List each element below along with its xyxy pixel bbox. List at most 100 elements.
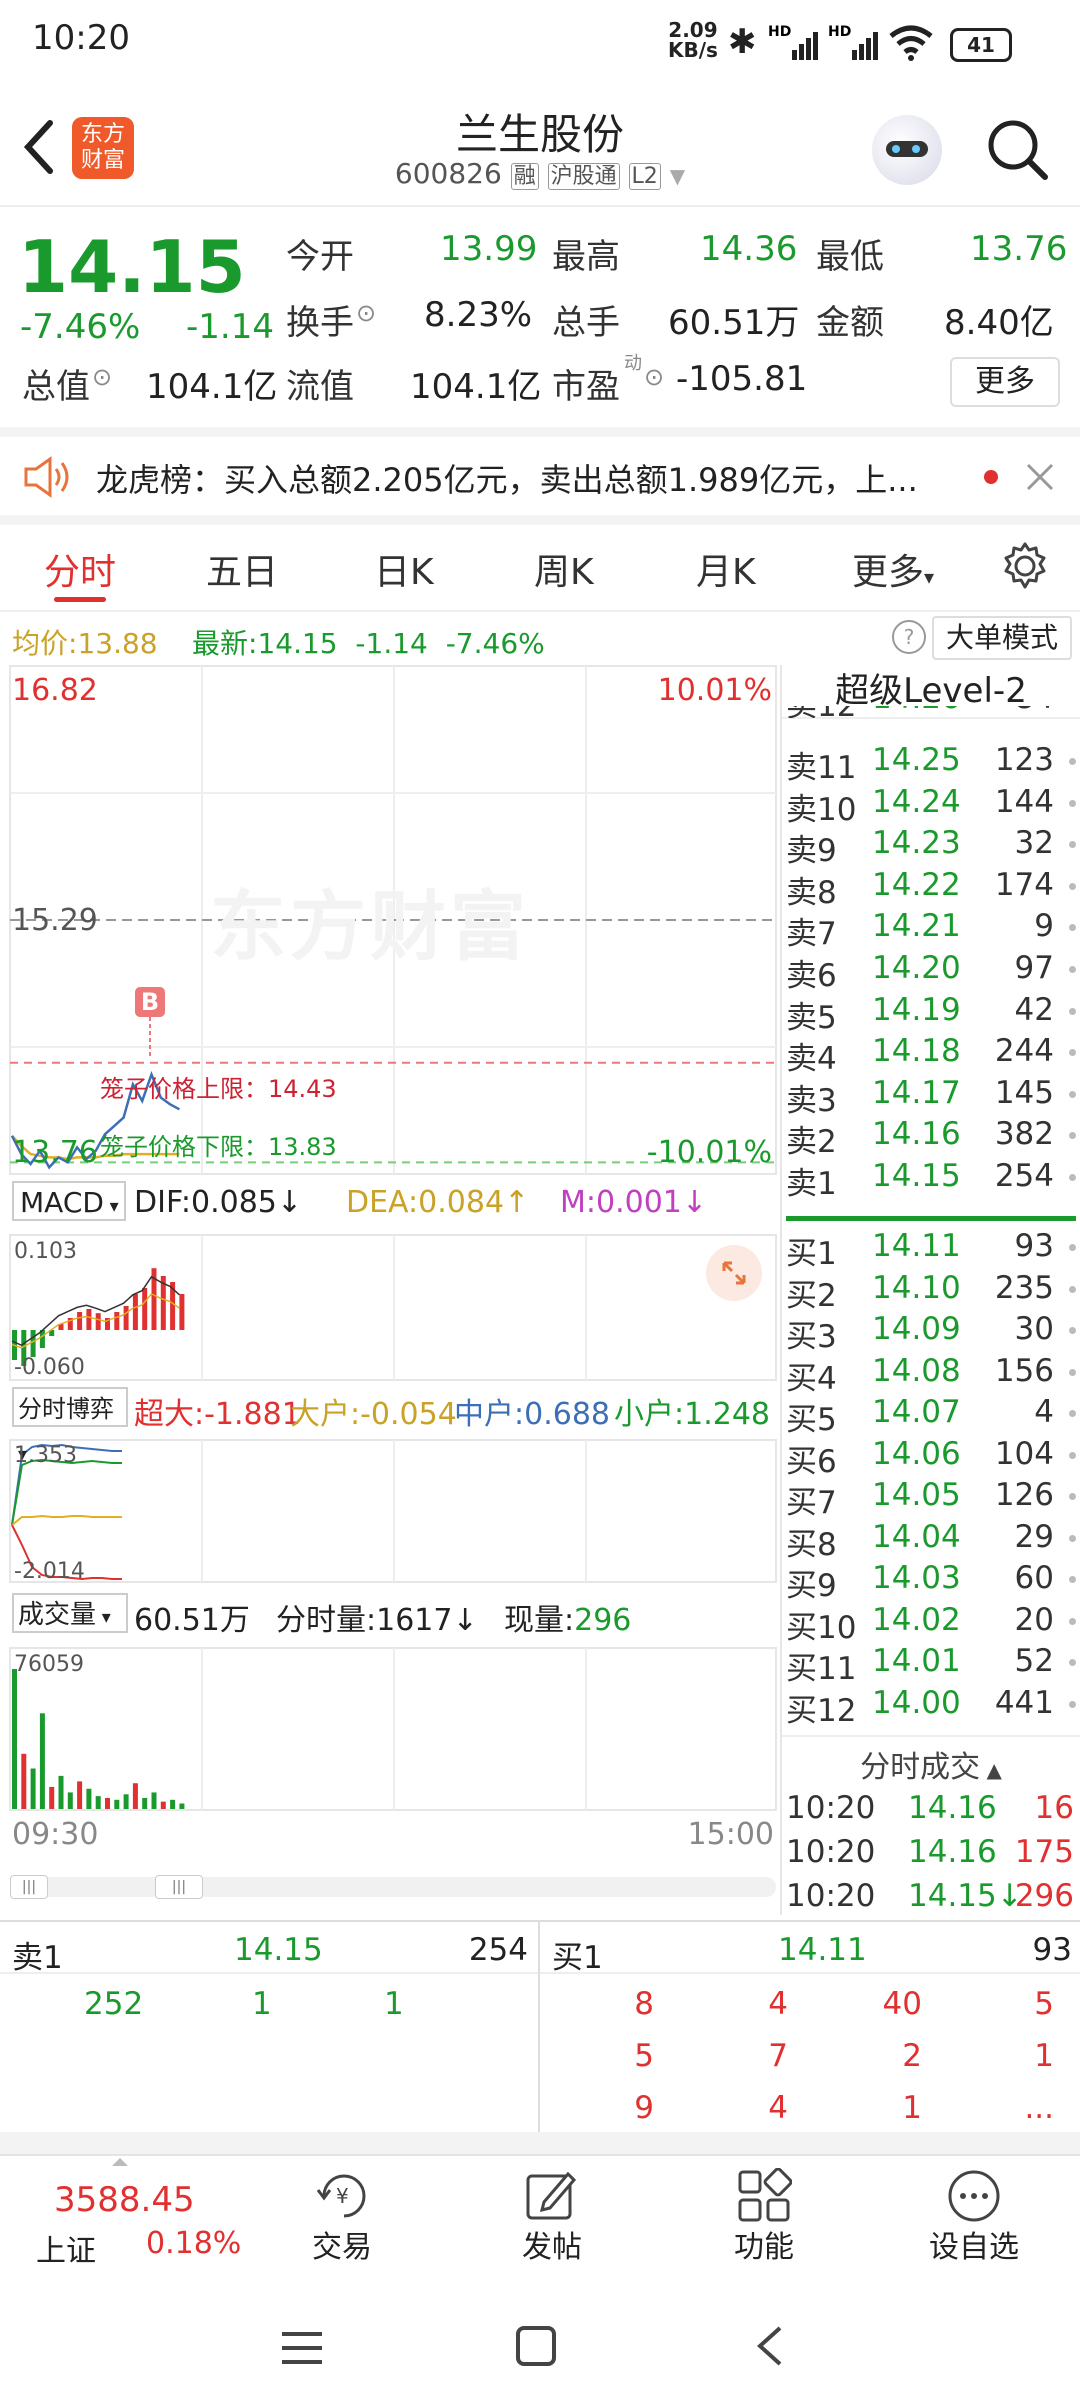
sell-row[interactable]: 卖6 14.20 97 — [782, 950, 1080, 994]
buy-row[interactable]: 买2 14.10 235 — [782, 1270, 1080, 1314]
bluetooth-icon: ✱ — [728, 22, 757, 62]
stat-label-pe: 市盈 — [552, 367, 620, 407]
sell-row[interactable]: 卖5 14.19 42 — [782, 992, 1080, 1036]
macd-bar — [30, 1330, 36, 1357]
sell-row[interactable]: 卖3 14.17 145 — [782, 1075, 1080, 1119]
flow-selector[interactable]: 分时博弈 ▾ — [12, 1387, 128, 1465]
macd-bar — [86, 1309, 92, 1330]
trade-icon: ¥ — [316, 2174, 366, 2218]
sell-label: 卖4 — [786, 1041, 837, 1078]
sell-row[interactable]: 卖10 14.24 144 — [782, 784, 1080, 828]
buy-label: 买2 — [786, 1277, 837, 1314]
dot-icon — [1069, 1174, 1076, 1181]
sell-row[interactable]: 卖7 14.21 9 — [782, 908, 1080, 953]
chart-scrollbar[interactable]: ||| ||| — [10, 1875, 776, 1899]
buy-volume: 93 — [1014, 1228, 1054, 1264]
sell-volume: 254 — [994, 1158, 1054, 1194]
sell-price: 14.18 — [872, 1033, 961, 1070]
time-end: 15:00 — [687, 1817, 774, 1852]
volume-bar — [105, 1797, 110, 1809]
expand-icon[interactable] — [706, 1245, 762, 1301]
volume-bar — [39, 1713, 45, 1809]
edit-icon — [526, 2171, 577, 2220]
volume-bar — [179, 1803, 185, 1809]
info-icon[interactable]: ⊙ — [644, 363, 664, 391]
change-percent: -7.46% — [20, 307, 141, 347]
search-icon[interactable] — [985, 117, 1051, 183]
macd-selector[interactable]: MACD ▾ — [12, 1181, 126, 1221]
queue-buy-order: ... — [1024, 2090, 1054, 2126]
tab-weekly-k[interactable]: 周K — [534, 543, 594, 595]
info-icon[interactable]: ⊙ — [92, 363, 112, 391]
dragon-tiger-banner[interactable]: 龙虎榜：买入总额2.205亿元，卖出总额1.989亿元，上... — [0, 437, 1080, 515]
gear-icon[interactable] — [1000, 541, 1050, 591]
sell-row[interactable]: 卖4 14.18 244 — [782, 1033, 1080, 1078]
sell-label: 卖7 — [786, 916, 837, 953]
tab-five-day[interactable]: 五日 — [206, 543, 278, 595]
tab-intraday[interactable]: 分时 — [44, 543, 116, 595]
scroll-handle-right[interactable]: ||| — [155, 1875, 203, 1899]
tick-trades-header[interactable]: 分时成交 ▲ — [782, 1742, 1080, 1786]
buy-row[interactable]: 买10 14.02 20 — [782, 1602, 1080, 1646]
queue-buy-order: 8 — [634, 1986, 654, 2022]
info-icon[interactable]: ⊙ — [356, 299, 376, 327]
queue-sell-label: 卖1 — [12, 1940, 63, 1976]
sell-row[interactable]: 卖8 14.22 174 — [782, 867, 1080, 911]
robot-assistant-icon[interactable] — [872, 115, 942, 185]
sell-row[interactable]: 卖2 14.16 382 — [782, 1116, 1080, 1161]
buy-row[interactable]: 买1 14.11 93 — [782, 1228, 1080, 1272]
help-icon[interactable]: ? — [892, 620, 926, 654]
stock-code: 600826 — [394, 157, 502, 190]
current-price: 14.15 — [18, 225, 246, 309]
sell-row[interactable]: 卖12 14.26 84 — [782, 706, 1080, 718]
sell-volume: 97 — [1014, 950, 1054, 986]
flow-top-value: 1.353 — [14, 1443, 77, 1468]
buy-row[interactable]: 买6 14.06 104 — [782, 1436, 1080, 1480]
home-icon[interactable] — [514, 2324, 558, 2368]
buy-volume: 126 — [994, 1477, 1054, 1513]
sell-row[interactable]: 卖1 14.15 254 — [782, 1158, 1080, 1202]
chart-area[interactable]: 东方财富 16.82 10.01% 15.29 13.76 -10.01% B … — [0, 665, 778, 1915]
tick-price: 14.16 — [908, 1834, 997, 1870]
change-amount: -1.14 — [186, 307, 274, 347]
header: 东方 财富 兰生股份 600826 融 沪股通 L2 ▼ — [0, 95, 1080, 205]
buy-row[interactable]: 买11 14.01 52 — [782, 1643, 1080, 1687]
sell-price: 14.20 — [872, 950, 961, 986]
scroll-handle-left[interactable]: ||| — [10, 1875, 48, 1899]
buy-label: 买3 — [786, 1319, 837, 1355]
index-value: 3588.45 — [54, 2180, 195, 2220]
buy-label: 买4 — [786, 1360, 837, 1397]
sell-row[interactable]: 卖9 14.23 32 — [782, 825, 1080, 869]
tab-daily-k[interactable]: 日K — [374, 543, 434, 595]
stock-code-line[interactable]: 600826 融 沪股通 L2 ▼ — [380, 157, 700, 190]
buy-row[interactable]: 买8 14.04 29 — [782, 1519, 1080, 1563]
index-ticker[interactable]: 3588.45 上证 0.18% — [0, 2156, 241, 2269]
buy-row[interactable]: 买5 14.07 4 — [782, 1394, 1080, 1438]
tab-more[interactable]: 更多▾ — [852, 543, 934, 595]
order-queue: 卖1 14.15 254 买1 14.11 93 252 1 1 8 4 40 5 5 7 2 1… — [0, 1922, 1080, 2132]
big-order-mode-button[interactable]: 大单模式 — [932, 616, 1072, 660]
tab-monthly-k[interactable]: 月K — [696, 543, 756, 595]
more-button[interactable]: 更多 — [950, 357, 1060, 407]
macd-bar — [179, 1294, 185, 1330]
dot-icon — [1069, 924, 1076, 932]
buy-marker[interactable]: B — [135, 987, 165, 1017]
back-icon[interactable] — [752, 2324, 788, 2368]
close-icon[interactable] — [1024, 461, 1056, 493]
buy-row[interactable]: 买12 14.00 441 — [782, 1685, 1080, 1729]
flow-large-line — [11, 1514, 122, 1526]
menu-icon[interactable] — [280, 2328, 324, 2368]
sell-row[interactable]: 卖11 14.25 123 — [782, 742, 1080, 786]
buy-row[interactable]: 买3 14.09 30 — [782, 1311, 1080, 1355]
sell-label: 卖2 — [786, 1124, 837, 1161]
dot-icon — [1069, 1659, 1076, 1666]
queue-sell-volume: 254 — [468, 1932, 528, 1968]
dot-icon — [1069, 758, 1076, 765]
tick-volume: 175 — [1014, 1834, 1074, 1870]
buy-row[interactable]: 买9 14.03 60 — [782, 1560, 1080, 1604]
volume-bar — [58, 1775, 64, 1809]
buy-row[interactable]: 买7 14.05 126 — [782, 1477, 1080, 1521]
volume-selector[interactable]: 成交量 ▾ — [12, 1593, 128, 1633]
buy-row[interactable]: 买4 14.08 156 — [782, 1353, 1080, 1397]
sell-volume: 123 — [994, 742, 1054, 778]
